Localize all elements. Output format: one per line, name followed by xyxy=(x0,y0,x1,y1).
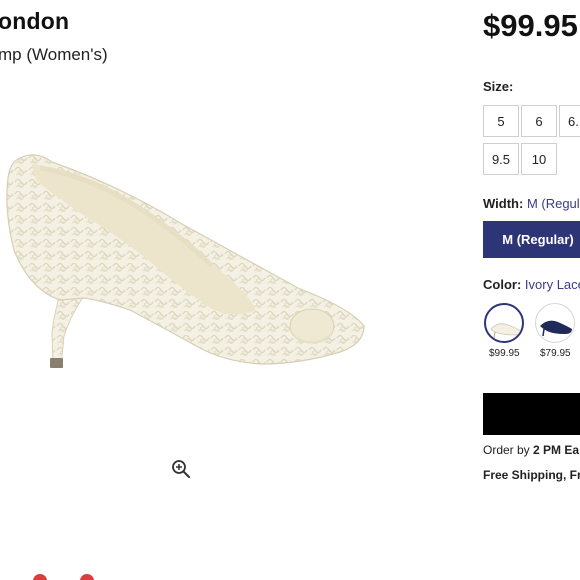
add-to-bag-button[interactable] xyxy=(483,393,580,435)
product-subtitle: mp (Women's) xyxy=(0,45,108,64)
width-label: Width: xyxy=(483,196,524,211)
size-option-10[interactable]: 10 xyxy=(521,143,557,175)
size-option-5[interactable]: 5 xyxy=(483,105,519,137)
color-swatch-navy[interactable] xyxy=(535,303,575,343)
order-cutoff-text: Order by 2 PM Ea xyxy=(483,443,579,457)
swatch-price-ivory: $99.95 xyxy=(489,348,520,359)
order-cutoff-time: 2 PM Ea xyxy=(533,443,580,457)
product-image[interactable] xyxy=(0,140,380,400)
color-selected-value: Ivory Lace/ xyxy=(524,277,580,292)
width-label-row: Width: M (Regula xyxy=(483,196,580,211)
free-shipping-text: Free Shipping, Fr xyxy=(483,468,580,482)
product-price: $99.95 xyxy=(483,8,578,43)
width-regular-button[interactable]: M (Regular) xyxy=(483,221,580,258)
size-option-6[interactable]: 6 xyxy=(521,105,557,137)
bottom-indicator-dot xyxy=(80,574,94,580)
color-label-row: Color: Ivory Lace/ xyxy=(483,277,580,292)
order-prefix: Order by xyxy=(483,443,534,457)
size-label-row: Size: xyxy=(483,79,513,94)
size-option-6-5[interactable]: 6. xyxy=(559,105,580,137)
bottom-indicator-dot xyxy=(33,574,47,580)
width-selected-value: M (Regula xyxy=(526,196,580,211)
color-swatch-ivory-lace[interactable] xyxy=(484,303,524,343)
product-brand-title: ondon xyxy=(0,8,70,34)
swatch-price-navy: $79.95 xyxy=(540,348,571,359)
color-label: Color: xyxy=(483,277,522,292)
ivory-shoe-swatch-icon xyxy=(490,323,522,339)
size-option-9-5[interactable]: 9.5 xyxy=(483,143,519,175)
size-label: Size: xyxy=(483,79,514,94)
navy-shoe-swatch-icon xyxy=(540,320,572,337)
zoom-in-icon[interactable] xyxy=(171,459,191,479)
